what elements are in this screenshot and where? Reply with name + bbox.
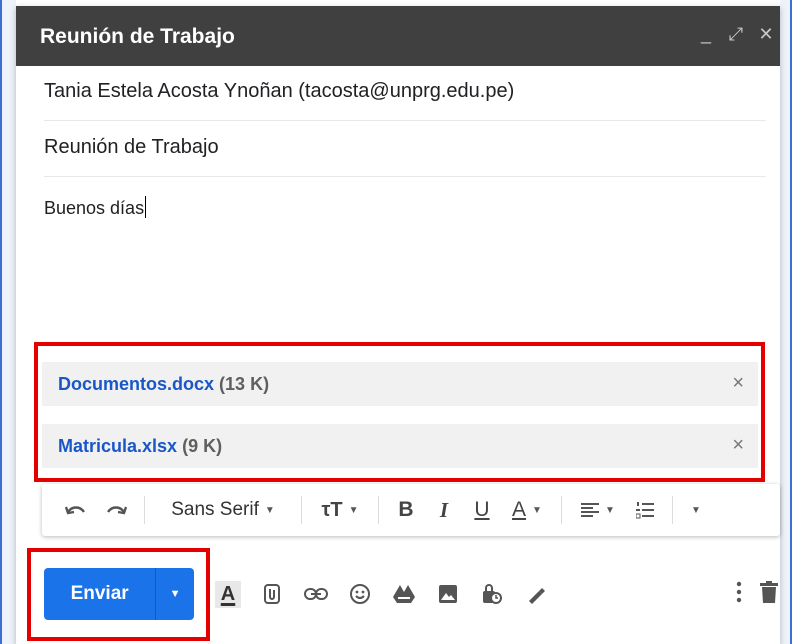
font-size-button[interactable]: τT ▼ [310,499,370,522]
chevron-down-icon: ▼ [691,504,701,516]
close-icon[interactable]: ✕ [758,24,774,45]
compose-title: Reunión de Trabajo [40,25,235,48]
recipients-field[interactable]: Tania Estela Acosta Ynoñan (tacosta@unpr… [44,80,766,121]
text-color-button[interactable]: A ▼ [501,498,553,522]
send-highlight-box [27,548,210,641]
emoji-icon [350,584,370,604]
attach-files-button[interactable] [254,576,290,612]
discard-draft-icon[interactable] [760,580,778,608]
chevron-down-icon: ▼ [532,504,542,516]
recipient-chip[interactable]: Tania Estela Acosta Ynoñan (tacosta@unpr… [44,80,514,102]
background-strip [2,0,16,644]
message-body[interactable]: Buenos días [44,196,147,219]
lock-clock-icon [483,584,502,604]
underline-button[interactable]: U [463,498,501,522]
undo-icon[interactable] [56,503,96,517]
compose-actions: A [210,572,562,616]
formatting-options-button[interactable]: A [210,576,246,612]
confidential-mode-button[interactable] [474,576,510,612]
message-body-text: Buenos días [44,198,145,218]
paperclip-icon [264,584,280,604]
formatting-icon: A [214,580,242,608]
chevron-down-icon: ▼ [605,504,615,516]
italic-button[interactable]: I [425,498,463,523]
insert-signature-button[interactable] [518,576,554,612]
window-controls: _ ⤢ ✕ [698,24,774,45]
link-icon [304,588,328,600]
redo-icon[interactable] [96,503,136,517]
text-size-icon: τT [321,498,343,521]
text-color-icon: A [512,498,527,521]
toolbar-divider [144,496,145,524]
toolbar-divider [378,496,379,524]
toolbar-divider [672,496,673,524]
insert-drive-button[interactable] [386,576,422,612]
subject-text: Reunión de Trabajo [44,136,219,158]
attachments-highlight-box [34,342,765,482]
chevron-down-icon: ▼ [348,504,359,516]
insert-link-button[interactable] [298,576,334,612]
pen-icon [529,588,545,604]
minimize-icon[interactable]: _ [698,24,714,45]
align-button[interactable]: ▼ [570,502,626,518]
numbered-list-icon[interactable] [626,501,664,519]
formatting-toolbar: Sans Serif ▼ τT ▼ B I U A ▼ ▼ ▼ [42,484,780,536]
font-family-select[interactable]: Sans Serif ▼ [153,499,293,521]
insert-emoji-button[interactable] [342,576,378,612]
more-options-icon[interactable] [736,581,742,608]
compose-title-bar[interactable]: Reunión de Trabajo _ ⤢ ✕ [16,6,780,66]
font-family-value: Sans Serif [171,499,259,520]
more-formatting-options[interactable]: ▼ [681,505,711,516]
drive-icon [393,585,415,603]
chevron-down-icon: ▼ [264,504,275,516]
toolbar-divider [561,496,562,524]
align-left-icon [581,503,600,517]
compose-right-actions [736,572,778,616]
expand-icon[interactable]: ⤢ [728,24,744,45]
toolbar-divider [301,496,302,524]
subject-field[interactable]: Reunión de Trabajo [44,136,766,177]
insert-photo-button[interactable] [430,576,466,612]
image-icon [439,585,457,603]
background-strip-right [780,0,790,644]
text-cursor [145,196,147,218]
bold-button[interactable]: B [387,498,425,522]
